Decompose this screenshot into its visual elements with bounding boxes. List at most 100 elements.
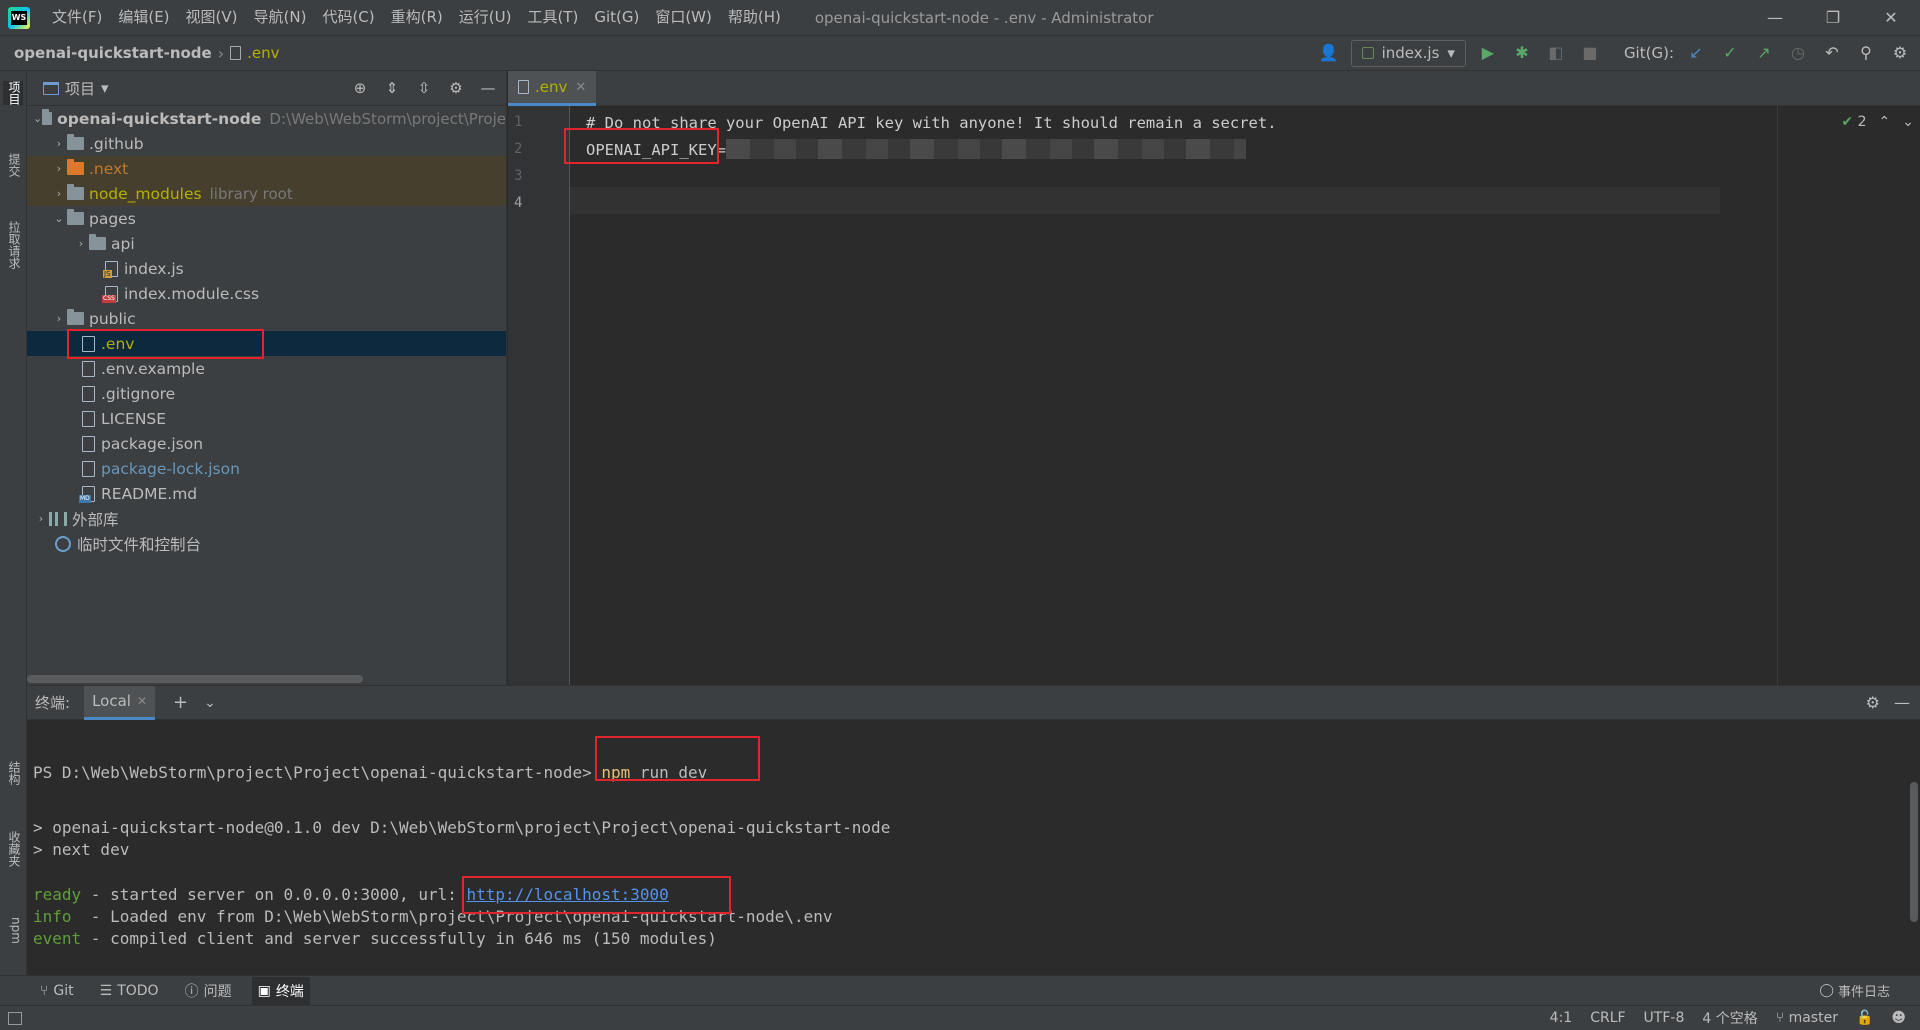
debug-icon[interactable]: ✱ — [1510, 41, 1534, 65]
collapse-all-icon[interactable]: ⇳ — [414, 79, 434, 97]
tool-button-terminal[interactable]: ▣ 终端 — [251, 976, 310, 1005]
tree-item-external-libraries[interactable]: › 外部库 — [27, 506, 506, 531]
user-icon[interactable]: 👤 — [1317, 41, 1341, 65]
terminal-output[interactable]: PS D:\Web\WebStorm\project\Project\opena… — [27, 720, 1920, 975]
menu-view[interactable]: 视图(V) — [178, 0, 246, 35]
tree-item-index-module-css[interactable]: index.module.css — [27, 281, 506, 306]
tool-button-git[interactable]: ⑂ Git — [34, 977, 80, 1005]
menu-window[interactable]: 窗口(W) — [647, 0, 720, 35]
menu-edit[interactable]: 编辑(E) — [110, 0, 177, 35]
rollback-icon[interactable]: ↶ — [1820, 41, 1844, 65]
tree-item-next[interactable]: › .next — [27, 156, 506, 181]
menu-run[interactable]: 运行(U) — [451, 0, 520, 35]
code-line-api-key[interactable]: OPENAI_API_KEY= — [586, 137, 1246, 164]
history-icon[interactable]: ◷ — [1786, 41, 1810, 65]
vertical-scrollbar[interactable] — [1910, 782, 1918, 922]
tool-tab-project[interactable]: 项目 — [3, 81, 23, 105]
tree-item-github[interactable]: › .github — [27, 131, 506, 156]
git-update-icon[interactable]: ↙ — [1684, 41, 1708, 65]
git-push-icon[interactable]: ↗ — [1752, 41, 1776, 65]
tree-item-package-json[interactable]: package.json — [27, 431, 506, 456]
plus-icon[interactable]: + — [173, 692, 188, 713]
run-configuration-select[interactable]: index.js ▾ — [1350, 39, 1466, 67]
stop-icon[interactable]: ■ — [1578, 41, 1602, 65]
menu-git[interactable]: Git(G) — [586, 0, 647, 35]
git-branch[interactable]: ⑂ master — [1776, 1010, 1838, 1026]
tool-tab-structure[interactable]: 结构 — [3, 761, 23, 785]
expand-all-icon[interactable]: ⇕ — [382, 79, 402, 97]
tree-item-root[interactable]: ⌄ openai-quickstart-node D:\Web\WebStorm\p… — [27, 106, 506, 131]
caret-position[interactable]: 4:1 — [1550, 1010, 1573, 1026]
line-separator[interactable]: CRLF — [1590, 1010, 1625, 1026]
tab-env[interactable]: .env ✕ — [508, 71, 597, 106]
inspection-widget[interactable]: ✔ 2 ⌃ ⌄ — [1841, 114, 1914, 130]
tool-tab-pull-requests[interactable]: 拉取请求 — [3, 221, 23, 269]
breadcrumb-file[interactable]: .env — [247, 44, 279, 62]
toggle-tool-windows-icon[interactable] — [8, 1011, 22, 1025]
tree-item-pages[interactable]: ⌄ pages — [27, 206, 506, 231]
tool-button-event-log[interactable]: ◯ 事件日志 — [1819, 981, 1920, 1000]
search-icon[interactable]: ⚲ — [1854, 41, 1878, 65]
chevron-right-icon[interactable]: › — [33, 512, 49, 525]
indent-setting[interactable]: 4 个空格 — [1702, 1008, 1757, 1028]
inspector-icon[interactable]: ☻ — [1891, 1010, 1906, 1026]
git-commit-icon[interactable]: ✓ — [1718, 41, 1742, 65]
tree-item-env[interactable]: .env — [27, 331, 506, 356]
event-log-icon: ◯ — [1819, 983, 1834, 998]
tree-item-package-lock-json[interactable]: package-lock.json — [27, 456, 506, 481]
gear-icon[interactable]: ⚙ — [446, 79, 466, 97]
chevron-down-icon: ▾ — [101, 79, 109, 97]
tree-item-readme[interactable]: README.md — [27, 481, 506, 506]
breadcrumb-project[interactable]: openai-quickstart-node — [14, 44, 212, 62]
locate-icon[interactable]: ⊕ — [350, 79, 370, 97]
tool-button-problems[interactable]: ⓘ 问题 — [179, 977, 238, 1005]
gear-icon[interactable]: ⚙ — [1866, 693, 1880, 712]
hide-icon[interactable]: — — [478, 79, 498, 97]
menu-navigate[interactable]: 导航(N) — [246, 0, 315, 35]
code-line-comment[interactable]: # Do not share your OpenAI API key with … — [586, 110, 1277, 137]
restore-button[interactable]: ❐ — [1804, 0, 1862, 35]
chevron-right-icon[interactable]: › — [51, 162, 67, 175]
gear-icon[interactable]: ⚙ — [1888, 41, 1912, 65]
file-encoding[interactable]: UTF-8 — [1644, 1010, 1685, 1026]
project-view-select[interactable]: 项目 ▾ — [43, 78, 109, 99]
horizontal-scrollbar[interactable] — [27, 675, 363, 683]
chevron-down-icon[interactable]: ⌄ — [33, 112, 42, 125]
tool-button-todo[interactable]: ☰ TODO — [94, 977, 165, 1005]
tree-item-gitignore[interactable]: .gitignore — [27, 381, 506, 406]
menu-tools[interactable]: 工具(T) — [519, 0, 586, 35]
code-area[interactable]: # Do not share your OpenAI API key with … — [570, 106, 1720, 685]
tree-item-index-js[interactable]: index.js — [27, 256, 506, 281]
run-icon[interactable]: ▶ — [1476, 41, 1500, 65]
close-button[interactable]: ✕ — [1862, 0, 1920, 35]
tree-item-license[interactable]: LICENSE — [27, 406, 506, 431]
chevron-down-icon[interactable]: ⌄ — [204, 695, 216, 711]
chevron-right-icon[interactable]: › — [51, 187, 67, 200]
tree-item-scratches[interactable]: 临时文件和控制台 — [27, 531, 506, 556]
menu-file[interactable]: 文件(F) — [44, 0, 110, 35]
hide-icon[interactable]: — — [1894, 693, 1910, 712]
menu-help[interactable]: 帮助(H) — [720, 0, 789, 35]
coverage-icon[interactable]: ◧ — [1544, 41, 1568, 65]
chevron-down-icon[interactable]: ⌄ — [1902, 114, 1914, 130]
chevron-right-icon[interactable]: › — [51, 137, 67, 150]
menu-refactor[interactable]: 重构(R) — [383, 0, 451, 35]
tree-item-api[interactable]: › api — [27, 231, 506, 256]
menu-code[interactable]: 代码(C) — [314, 0, 382, 35]
tool-tab-commit[interactable]: 提交 — [3, 153, 23, 177]
chevron-down-icon[interactable]: ⌄ — [51, 212, 67, 225]
tree-item-node-modules[interactable]: › node_modules library root — [27, 181, 506, 206]
chevron-right-icon[interactable]: › — [51, 312, 67, 325]
tree-item-env-example[interactable]: .env.example — [27, 356, 506, 381]
tool-tab-npm[interactable]: npm — [3, 917, 23, 944]
chevron-up-icon[interactable]: ⌃ — [1879, 114, 1891, 130]
lock-icon[interactable]: 🔓 — [1856, 1010, 1873, 1026]
close-icon[interactable]: ✕ — [137, 694, 147, 708]
tool-tab-favorites[interactable]: 收藏夹 — [3, 831, 23, 867]
minimize-button[interactable]: — — [1746, 0, 1804, 35]
chevron-right-icon[interactable]: › — [73, 237, 89, 250]
localhost-link[interactable]: http://localhost:3000 — [466, 885, 668, 904]
tree-item-public[interactable]: › public — [27, 306, 506, 331]
terminal-tab-local[interactable]: Local ✕ — [84, 685, 156, 720]
close-icon[interactable]: ✕ — [575, 80, 586, 95]
